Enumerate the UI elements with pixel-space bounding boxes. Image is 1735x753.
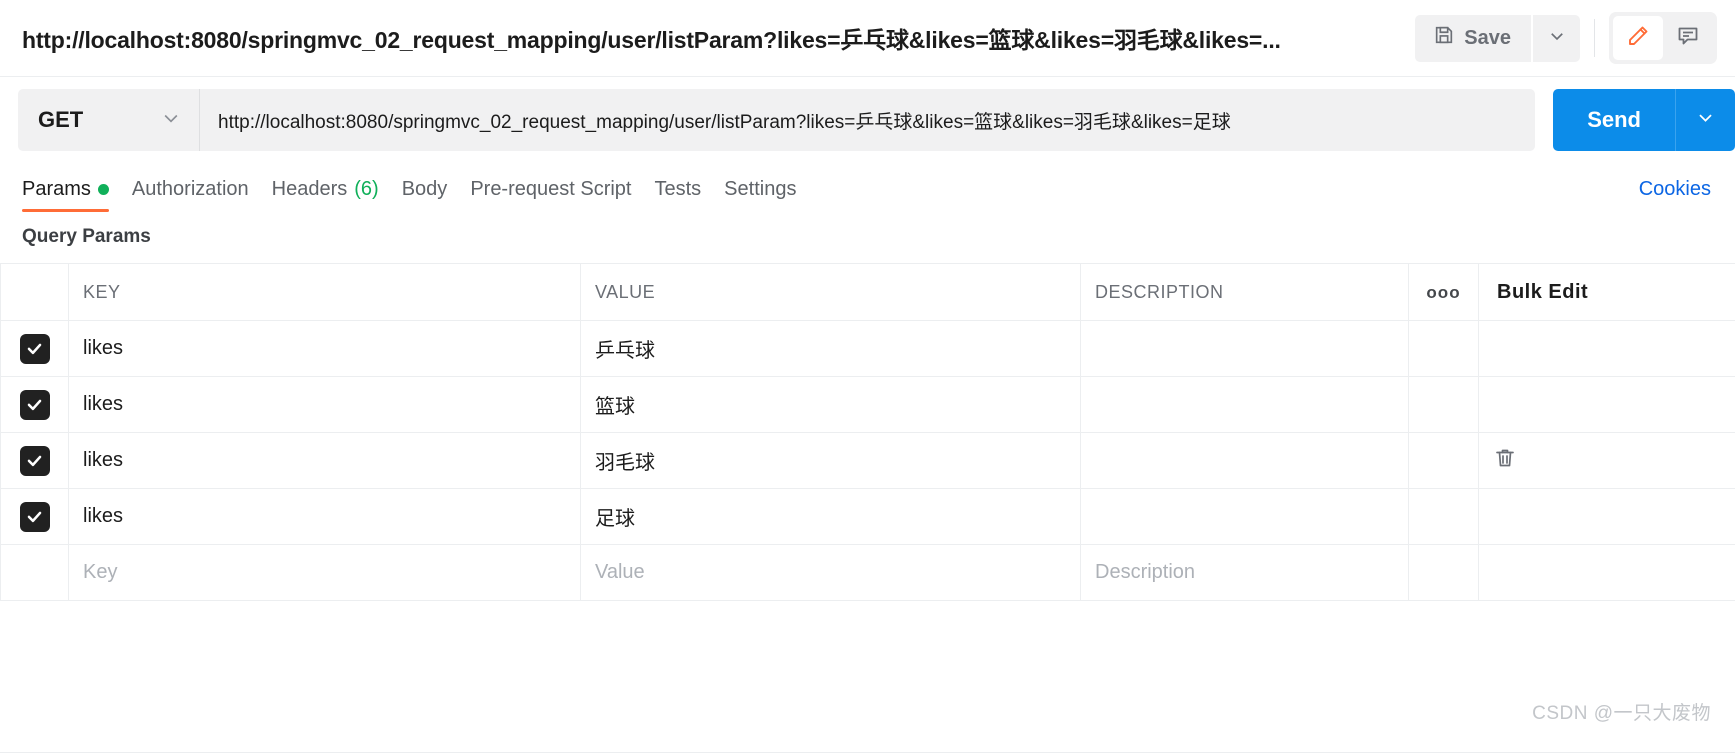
- drag-handle-icon[interactable]: [0, 450, 1, 472]
- row-actions: [1408, 432, 1479, 489]
- row-checkbox-cell: [0, 432, 69, 489]
- column-options-cell: ooo: [1408, 263, 1479, 321]
- url-input-value: http://localhost:8080/springmvc_02_reque…: [218, 111, 1231, 133]
- table-row[interactable]: likes 羽毛球: [0, 432, 1735, 489]
- chevron-down-icon: [1696, 108, 1715, 132]
- placeholder-actions-extra: [1478, 544, 1735, 601]
- table-row-placeholder[interactable]: Key Value Description: [0, 544, 1735, 601]
- row-key[interactable]: likes: [68, 432, 581, 489]
- save-button[interactable]: Save: [1415, 14, 1531, 62]
- chevron-down-icon: [1548, 27, 1566, 50]
- placeholder-actions: [1408, 544, 1479, 601]
- tab-pre-request-script[interactable]: Pre-request Script: [470, 178, 654, 212]
- tab-tests-label: Tests: [654, 178, 702, 200]
- row-description[interactable]: [1080, 488, 1409, 545]
- url-input[interactable]: http://localhost:8080/springmvc_02_reque…: [200, 89, 1536, 151]
- tab-settings-label: Settings: [724, 178, 797, 200]
- row-value[interactable]: 乒乓球: [580, 320, 1081, 377]
- toolbar-divider: [1594, 19, 1595, 57]
- row-actions-extra: [1478, 376, 1735, 433]
- table-row[interactable]: likes 足球: [0, 488, 1735, 545]
- row-key[interactable]: likes: [68, 488, 581, 545]
- query-params-table-body: likes 乒乓球 likes 篮球 likes 羽毛球 likes 足球 Ke…: [0, 320, 1735, 601]
- row-delete-cell: [1478, 432, 1735, 489]
- select-all-cell: [0, 263, 69, 321]
- comment-icon: [1676, 24, 1700, 53]
- request-tabs-bar: Params Authorization Headers (6) Body Pr…: [0, 163, 1735, 212]
- chevron-down-icon: [161, 108, 181, 133]
- row-description[interactable]: [1080, 432, 1409, 489]
- row-actions: [1408, 376, 1479, 433]
- http-method-label: GET: [38, 107, 84, 132]
- row-actions: [1408, 320, 1479, 377]
- tab-body-label: Body: [401, 178, 448, 200]
- tab-headers[interactable]: Headers (6): [272, 178, 402, 212]
- postman-request-pane: http://localhost:8080/springmvc_02_reque…: [0, 0, 1735, 753]
- query-params-table-head: KEY VALUE DESCRIPTION ooo Bulk Edit: [0, 263, 1735, 321]
- params-modified-dot-icon: [97, 184, 109, 195]
- row-actions-extra: [1478, 488, 1735, 545]
- query-params-heading: Query Params: [22, 226, 151, 247]
- table-header-row: KEY VALUE DESCRIPTION ooo Bulk Edit: [0, 263, 1735, 321]
- column-header-value: VALUE: [580, 263, 1081, 321]
- column-header-description: DESCRIPTION: [1080, 263, 1409, 321]
- query-params-table: KEY VALUE DESCRIPTION ooo Bulk Edit like…: [0, 263, 1735, 601]
- tab-pre-request-script-label: Pre-request Script: [470, 178, 632, 200]
- edit-button[interactable]: [1613, 16, 1663, 60]
- send-button[interactable]: Send: [1553, 89, 1675, 151]
- row-checkbox[interactable]: [19, 333, 50, 364]
- http-method-select[interactable]: GET: [18, 89, 200, 151]
- watermark: CSDN @一只大废物: [1532, 703, 1711, 724]
- row-checkbox-cell: [0, 376, 69, 433]
- row-checkbox-cell: [0, 320, 69, 377]
- row-checkbox-cell: [0, 488, 69, 545]
- page-title: http://localhost:8080/springmvc_02_reque…: [22, 27, 1281, 53]
- column-header-key: KEY: [68, 263, 581, 321]
- row-actions: [1408, 488, 1479, 545]
- view-mode-group: [1609, 12, 1717, 64]
- placeholder-description-input[interactable]: Description: [1080, 544, 1409, 601]
- trash-icon[interactable]: [1493, 446, 1517, 476]
- title-bar: http://localhost:8080/springmvc_02_reque…: [0, 0, 1735, 77]
- tab-params-label: Params: [22, 178, 91, 200]
- request-url-bar: GET http://localhost:8080/springmvc_02_r…: [0, 77, 1735, 163]
- send-button-label: Send: [1587, 107, 1641, 132]
- title-bar-actions: Save: [1415, 12, 1717, 64]
- row-value[interactable]: 足球: [580, 488, 1081, 545]
- send-group: Send: [1553, 89, 1735, 151]
- save-options-button[interactable]: [1533, 14, 1580, 62]
- request-tabs: Params Authorization Headers (6) Body Pr…: [22, 178, 1639, 212]
- tab-headers-label: Headers: [271, 178, 348, 200]
- tab-authorization-label: Authorization: [131, 178, 249, 200]
- tab-body[interactable]: Body: [402, 178, 471, 212]
- save-button-label: Save: [1464, 26, 1511, 49]
- send-options-button[interactable]: [1675, 89, 1735, 151]
- tab-authorization[interactable]: Authorization: [132, 178, 272, 212]
- pencil-icon: [1626, 24, 1650, 53]
- row-key[interactable]: likes: [68, 320, 581, 377]
- row-value[interactable]: 羽毛球: [580, 432, 1081, 489]
- placeholder-checkbox-cell: [0, 544, 69, 601]
- row-checkbox[interactable]: [19, 501, 50, 532]
- row-value[interactable]: 篮球: [580, 376, 1081, 433]
- bulk-edit-button[interactable]: Bulk Edit: [1478, 263, 1735, 321]
- floppy-disk-icon: [1433, 24, 1455, 52]
- row-checkbox[interactable]: [19, 445, 50, 476]
- row-key[interactable]: likes: [68, 376, 581, 433]
- row-actions-extra: [1478, 320, 1735, 377]
- row-description[interactable]: [1080, 320, 1409, 377]
- tab-tests[interactable]: Tests: [654, 178, 724, 212]
- tab-params[interactable]: Params: [22, 178, 132, 212]
- tab-settings[interactable]: Settings: [724, 178, 819, 212]
- table-row[interactable]: likes 乒乓球: [0, 320, 1735, 377]
- placeholder-key-input[interactable]: Key: [68, 544, 581, 601]
- comment-button[interactable]: [1663, 16, 1713, 60]
- cookies-link[interactable]: Cookies: [1639, 178, 1711, 212]
- row-checkbox[interactable]: [19, 389, 50, 420]
- table-row[interactable]: likes 篮球: [0, 376, 1735, 433]
- tab-headers-count: (6): [354, 178, 379, 200]
- more-options-icon[interactable]: ooo: [1426, 283, 1460, 302]
- row-description[interactable]: [1080, 376, 1409, 433]
- placeholder-value-input[interactable]: Value: [580, 544, 1081, 601]
